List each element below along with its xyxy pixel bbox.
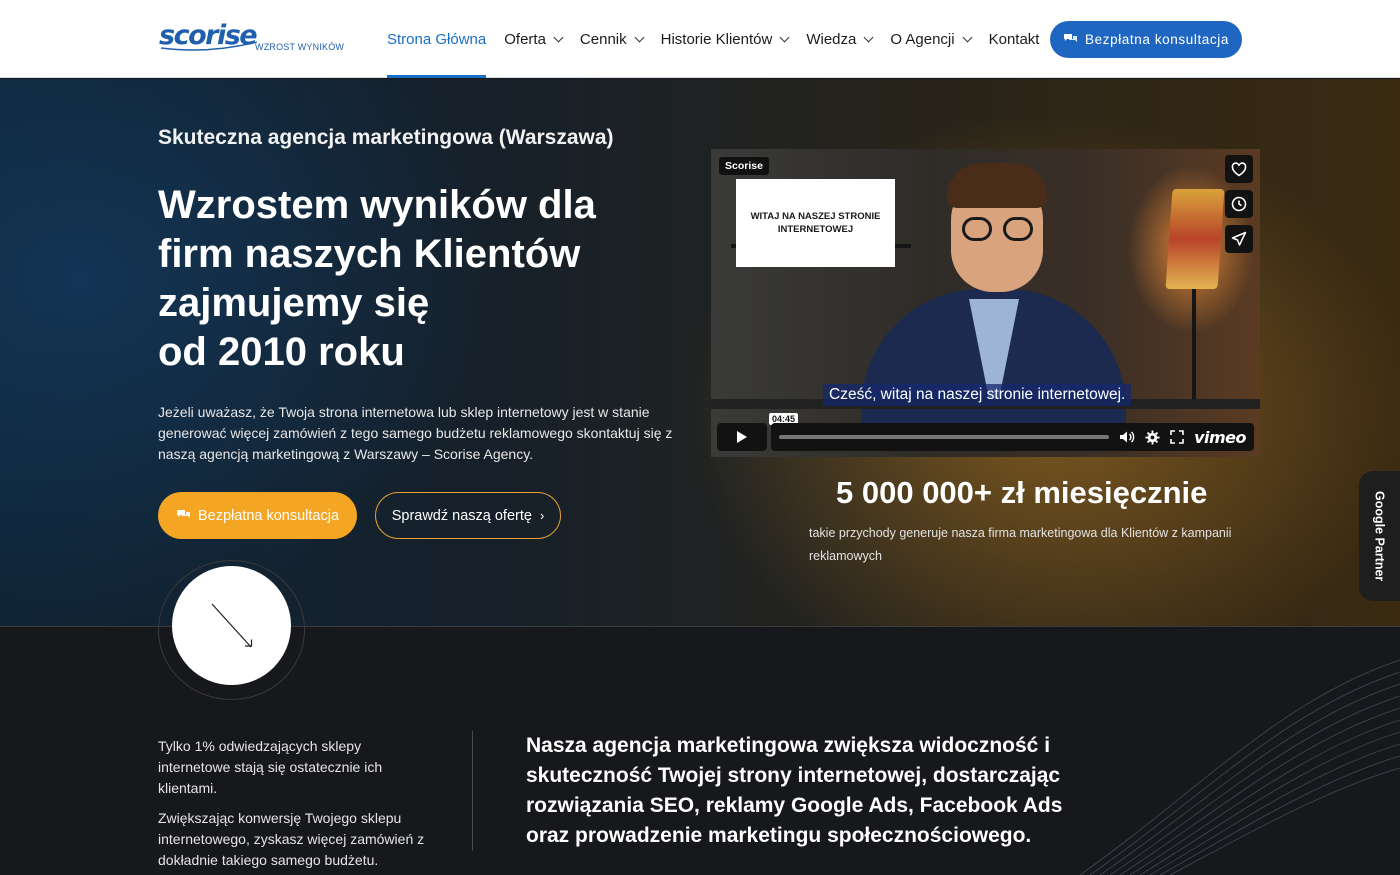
send-icon[interactable] — [1225, 225, 1253, 253]
menu-item-cennik[interactable]: Cennik — [579, 0, 645, 78]
menu-item-label: O Agencji — [890, 30, 955, 48]
play-icon — [737, 431, 748, 443]
conversion-paragraph: Zwiększając konwersję Twojego sklepu int… — [158, 810, 425, 868]
agency-services-heading: Nasza agencja marketingowa zwiększa wido… — [526, 734, 1063, 847]
menu-item-wiedza[interactable]: Wiedza — [806, 0, 874, 78]
menu-item-historie-klientow[interactable]: Historie Klientów — [660, 0, 790, 78]
vimeo-logo[interactable]: vimeo — [1194, 428, 1246, 447]
video-lamp-stand — [1192, 289, 1196, 399]
arrow-down-right-icon — [211, 603, 252, 647]
hero-consultation-button[interactable]: Bezpłatna konsultacja — [158, 492, 357, 539]
headline-line: zajmujemy się — [158, 281, 430, 325]
video-glasses-right — [1003, 217, 1033, 241]
settings-gear-icon[interactable] — [1145, 429, 1160, 445]
menu-item-kontakt[interactable]: Kontakt — [989, 0, 1040, 78]
revenue-stat-value: 5 000 000+ zł miesięcznie — [836, 475, 1208, 510]
menu-item-label: Kontakt — [988, 30, 1040, 48]
clock-icon[interactable] — [1225, 190, 1253, 218]
nav-cta-label: Bezpłatna konsultacja — [1085, 32, 1229, 47]
hero-headline: Wzrostem wyników dla firm naszych Klient… — [158, 181, 678, 377]
menu-item-label: Oferta — [504, 30, 546, 48]
main-menu: Strona Główna Oferta Cennik Historie Kli… — [387, 0, 1057, 78]
decorative-wave-lines — [1080, 659, 1400, 875]
video-glasses-left — [962, 217, 992, 241]
hero-primary-label: Bezpłatna konsultacja — [197, 507, 340, 524]
menu-item-oferta[interactable]: Oferta — [504, 0, 564, 78]
top-navbar: scorise WZROST WYNIKÓW Strona Główna Ofe… — [0, 0, 1400, 78]
hero-offer-button[interactable]: Sprawdź naszą ofertę › — [375, 492, 561, 539]
volume-icon[interactable] — [1119, 430, 1135, 444]
hero-lead-text: Jeżeli uważasz, że Twoja strona internet… — [158, 404, 673, 462]
headline-line: od 2010 roku — [158, 330, 405, 374]
chevron-down-icon — [863, 32, 874, 42]
headline-line: firm naszych Klientów — [158, 232, 581, 276]
conversion-info: Tylko 1% odwiedzających sklepy interneto… — [158, 736, 428, 875]
chat-bubbles-icon — [1064, 34, 1078, 42]
menu-item-strona-glowna[interactable]: Strona Główna — [387, 0, 487, 78]
menu-item-label: Strona Główna — [387, 30, 487, 48]
play-button[interactable] — [717, 423, 768, 451]
heart-icon[interactable] — [1225, 155, 1253, 183]
google-partner-tab[interactable]: Google Partner — [1359, 471, 1400, 601]
chevron-right-icon: › — [539, 508, 545, 523]
menu-item-o-agencji[interactable]: O Agencji — [890, 0, 973, 78]
section-divider — [472, 731, 473, 851]
logo-swoosh-icon — [160, 41, 258, 51]
chevron-down-icon — [553, 32, 564, 42]
nav-consultation-button[interactable]: Bezpłatna konsultacja — [1050, 21, 1242, 58]
hero-kicker: Skuteczna agencja marketingowa (Warszawa… — [158, 126, 614, 149]
video-control-bar: vimeo — [771, 423, 1254, 451]
menu-item-label: Cennik — [579, 30, 627, 48]
video-subtitle: Cześć, witaj na naszej stronie interneto… — [823, 384, 1132, 406]
headline-line: Wzrostem wyników dla — [158, 183, 596, 227]
revenue-stat-description: takie przychody generuje nasza firma mar… — [809, 526, 1232, 563]
video-lamp — [1165, 189, 1225, 289]
logo-subtitle: WZROST WYNIKÓW — [255, 42, 345, 52]
chevron-down-icon — [962, 32, 973, 42]
video-welcome-card: WITAJ NA NASZEJ STRONIE INTERNETOWEJ — [736, 179, 895, 267]
video-progress-track[interactable] — [779, 435, 1110, 439]
chat-bubbles-icon — [176, 510, 190, 518]
menu-item-label: Historie Klientów — [660, 30, 773, 48]
menu-item-label: Wiedza — [806, 30, 857, 48]
chevron-down-icon — [779, 32, 790, 42]
scorise-logo[interactable]: scorise WZROST WYNIKÓW — [159, 20, 349, 60]
hero-secondary-label: Sprawdź naszą ofertę — [391, 507, 532, 524]
video-person-hair — [947, 163, 1047, 208]
video-player[interactable]: Scorise WITAJ NA NASZEJ STRONIE INTERNET… — [711, 149, 1260, 457]
video-controls: vimeo — [717, 423, 1254, 451]
conversion-paragraph: Tylko 1% odwiedzających sklepy interneto… — [158, 738, 383, 796]
chevron-down-icon — [634, 32, 645, 42]
video-channel-tag[interactable]: Scorise — [719, 157, 769, 175]
scroll-down-button[interactable] — [172, 566, 291, 685]
google-partner-label: Google Partner — [1372, 490, 1387, 582]
fullscreen-icon[interactable] — [1170, 430, 1184, 444]
